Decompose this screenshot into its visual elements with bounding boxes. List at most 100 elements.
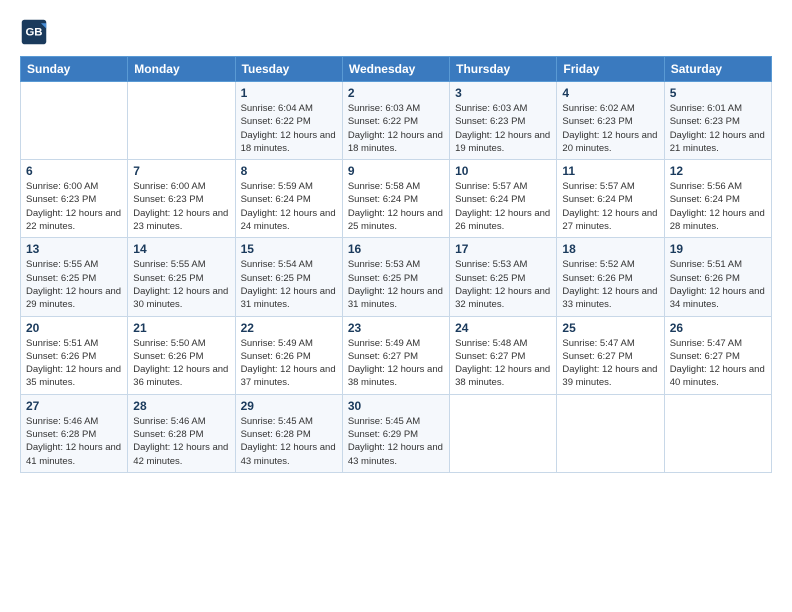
calendar-cell (21, 82, 128, 160)
day-info: Sunrise: 5:45 AM Sunset: 6:29 PM Dayligh… (348, 415, 444, 468)
day-number: 22 (241, 321, 337, 335)
day-number: 23 (348, 321, 444, 335)
calendar-cell (450, 394, 557, 472)
calendar-cell: 25Sunrise: 5:47 AM Sunset: 6:27 PM Dayli… (557, 316, 664, 394)
day-number: 19 (670, 242, 766, 256)
day-info: Sunrise: 5:50 AM Sunset: 6:26 PM Dayligh… (133, 337, 229, 390)
day-number: 4 (562, 86, 658, 100)
day-info: Sunrise: 5:46 AM Sunset: 6:28 PM Dayligh… (133, 415, 229, 468)
weekday-header-thursday: Thursday (450, 57, 557, 82)
calendar-cell: 9 Sunrise: 5:58 AM Sunset: 6:24 PM Daylig… (342, 160, 449, 238)
weekday-header-friday: Friday (557, 57, 664, 82)
day-number: 20 (26, 321, 122, 335)
day-info: Sunrise: 6:01 AM Sunset: 6:23 PM Dayligh… (670, 102, 766, 155)
day-info: Sunrise: 5:59 AM Sunset: 6:24 PM Dayligh… (241, 180, 337, 233)
calendar-cell: 14 Sunrise: 5:55 AM Sunset: 6:25 PM Dayli… (128, 238, 235, 316)
day-number: 30 (348, 399, 444, 413)
day-info: Sunrise: 5:58 AM Sunset: 6:24 PM Dayligh… (348, 180, 444, 233)
day-info: Sunrise: 5:49 AM Sunset: 6:27 PM Dayligh… (348, 337, 444, 390)
calendar-cell: 23 Sunrise: 5:49 AM Sunset: 6:27 PM Dayli… (342, 316, 449, 394)
day-number: 5 (670, 86, 766, 100)
calendar-cell (557, 394, 664, 472)
day-number: 14 (133, 242, 229, 256)
day-number: 8 (241, 164, 337, 178)
day-info: Sunrise: 5:55 AM Sunset: 6:25 PM Dayligh… (133, 258, 229, 311)
calendar-cell: 8 Sunrise: 5:59 AM Sunset: 6:24 PM Daylig… (235, 160, 342, 238)
day-info: Sunrise: 5:57 AM Sunset: 6:24 PM Dayligh… (455, 180, 551, 233)
day-info: Sunrise: 6:04 AM Sunset: 6:22 PM Dayligh… (241, 102, 337, 155)
weekday-header-wednesday: Wednesday (342, 57, 449, 82)
calendar-week-row: 1 Sunrise: 6:04 AM Sunset: 6:22 PM Daylig… (21, 82, 772, 160)
calendar-cell: 6Sunrise: 6:00 AM Sunset: 6:23 PM Daylig… (21, 160, 128, 238)
calendar-cell: 12Sunrise: 5:56 AM Sunset: 6:24 PM Dayli… (664, 160, 771, 238)
day-number: 6 (26, 164, 122, 178)
svg-text:GB: GB (25, 27, 42, 39)
calendar-week-row: 13 Sunrise: 5:55 AM Sunset: 6:25 PM Dayli… (21, 238, 772, 316)
day-info: Sunrise: 5:49 AM Sunset: 6:26 PM Dayligh… (241, 337, 337, 390)
calendar-cell: 21 Sunrise: 5:50 AM Sunset: 6:26 PM Dayli… (128, 316, 235, 394)
calendar-cell (664, 394, 771, 472)
day-number: 2 (348, 86, 444, 100)
calendar-cell: 30 Sunrise: 5:45 AM Sunset: 6:29 PM Dayli… (342, 394, 449, 472)
day-number: 16 (348, 242, 444, 256)
day-number: 15 (241, 242, 337, 256)
calendar-cell: 29Sunrise: 5:45 AM Sunset: 6:28 PM Dayli… (235, 394, 342, 472)
day-info: Sunrise: 5:47 AM Sunset: 6:27 PM Dayligh… (670, 337, 766, 390)
calendar-cell: 20 Sunrise: 5:51 AM Sunset: 6:26 PM Dayli… (21, 316, 128, 394)
day-number: 9 (348, 164, 444, 178)
logo-area: GB (20, 18, 50, 46)
weekday-header-sunday: Sunday (21, 57, 128, 82)
weekday-header-monday: Monday (128, 57, 235, 82)
calendar-table: SundayMondayTuesdayWednesdayThursdayFrid… (20, 56, 772, 473)
header: GB (20, 18, 772, 46)
day-number: 21 (133, 321, 229, 335)
day-number: 18 (562, 242, 658, 256)
day-number: 12 (670, 164, 766, 178)
calendar-cell: 28 Sunrise: 5:46 AM Sunset: 6:28 PM Dayli… (128, 394, 235, 472)
weekday-header-tuesday: Tuesday (235, 57, 342, 82)
day-number: 3 (455, 86, 551, 100)
calendar-cell: 1 Sunrise: 6:04 AM Sunset: 6:22 PM Daylig… (235, 82, 342, 160)
calendar-cell: 13 Sunrise: 5:55 AM Sunset: 6:25 PM Dayli… (21, 238, 128, 316)
day-number: 28 (133, 399, 229, 413)
day-info: Sunrise: 5:51 AM Sunset: 6:26 PM Dayligh… (670, 258, 766, 311)
weekday-header-saturday: Saturday (664, 57, 771, 82)
day-number: 1 (241, 86, 337, 100)
day-info: Sunrise: 5:46 AM Sunset: 6:28 PM Dayligh… (26, 415, 122, 468)
calendar-week-row: 27 Sunrise: 5:46 AM Sunset: 6:28 PM Dayli… (21, 394, 772, 472)
logo-icon: GB (20, 18, 48, 46)
calendar-cell: 26Sunrise: 5:47 AM Sunset: 6:27 PM Dayli… (664, 316, 771, 394)
day-info: Sunrise: 5:51 AM Sunset: 6:26 PM Dayligh… (26, 337, 122, 390)
day-info: Sunrise: 6:03 AM Sunset: 6:23 PM Dayligh… (455, 102, 551, 155)
day-number: 24 (455, 321, 551, 335)
day-info: Sunrise: 5:55 AM Sunset: 6:25 PM Dayligh… (26, 258, 122, 311)
calendar-cell: 3 Sunrise: 6:03 AM Sunset: 6:23 PM Daylig… (450, 82, 557, 160)
calendar-cell: 10 Sunrise: 5:57 AM Sunset: 6:24 PM Dayli… (450, 160, 557, 238)
day-number: 10 (455, 164, 551, 178)
calendar-week-row: 20 Sunrise: 5:51 AM Sunset: 6:26 PM Dayli… (21, 316, 772, 394)
calendar-cell: 11 Sunrise: 5:57 AM Sunset: 6:24 PM Dayli… (557, 160, 664, 238)
calendar-cell (128, 82, 235, 160)
calendar-cell: 27 Sunrise: 5:46 AM Sunset: 6:28 PM Dayli… (21, 394, 128, 472)
day-number: 13 (26, 242, 122, 256)
calendar-cell: 15Sunrise: 5:54 AM Sunset: 6:25 PM Dayli… (235, 238, 342, 316)
day-info: Sunrise: 5:48 AM Sunset: 6:27 PM Dayligh… (455, 337, 551, 390)
calendar-cell: 19 Sunrise: 5:51 AM Sunset: 6:26 PM Dayli… (664, 238, 771, 316)
calendar-cell: 4 Sunrise: 6:02 AM Sunset: 6:23 PM Daylig… (557, 82, 664, 160)
day-number: 27 (26, 399, 122, 413)
calendar-cell: 7 Sunrise: 6:00 AM Sunset: 6:23 PM Daylig… (128, 160, 235, 238)
calendar-header-row: SundayMondayTuesdayWednesdayThursdayFrid… (21, 57, 772, 82)
day-number: 7 (133, 164, 229, 178)
day-number: 11 (562, 164, 658, 178)
day-info: Sunrise: 6:00 AM Sunset: 6:23 PM Dayligh… (133, 180, 229, 233)
calendar-cell: 18 Sunrise: 5:52 AM Sunset: 6:26 PM Dayli… (557, 238, 664, 316)
day-info: Sunrise: 5:52 AM Sunset: 6:26 PM Dayligh… (562, 258, 658, 311)
calendar-cell: 24 Sunrise: 5:48 AM Sunset: 6:27 PM Dayli… (450, 316, 557, 394)
day-number: 17 (455, 242, 551, 256)
calendar-week-row: 6 Sunrise: 6:00 AM Sunset: 6:23 PM Daylig… (21, 160, 772, 238)
day-info: Sunrise: 5:57 AM Sunset: 6:24 PM Dayligh… (562, 180, 658, 233)
day-info: Sunrise: 6:02 AM Sunset: 6:23 PM Dayligh… (562, 102, 658, 155)
calendar-cell: 22 Sunrise: 5:49 AM Sunset: 6:26 PM Dayli… (235, 316, 342, 394)
calendar-cell: 2Sunrise: 6:03 AM Sunset: 6:22 PM Daylig… (342, 82, 449, 160)
day-info: Sunrise: 5:53 AM Sunset: 6:25 PM Dayligh… (455, 258, 551, 311)
